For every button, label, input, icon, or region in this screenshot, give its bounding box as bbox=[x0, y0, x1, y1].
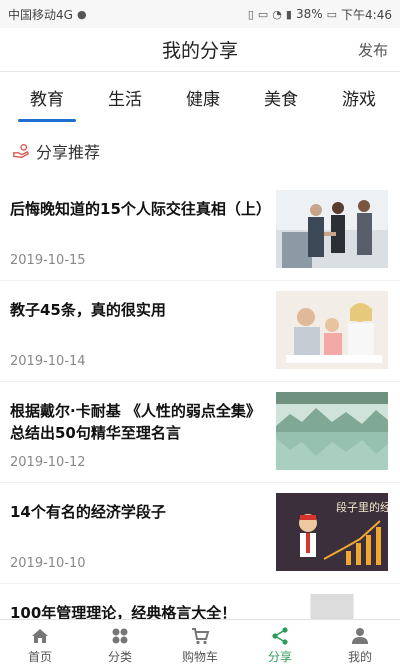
grid-icon bbox=[112, 628, 128, 644]
item-title: 后悔晚知道的15个人际交往真相（上） bbox=[10, 200, 271, 218]
item-date: 2019-10-15 bbox=[10, 253, 86, 268]
hd-icon: ▭ bbox=[257, 7, 269, 21]
battery-percent: 38% bbox=[295, 7, 323, 21]
item-title: 根据戴尔·卡耐基 《人性的弱点全集》总结出50句精华至理名言 bbox=[10, 402, 261, 442]
list-item-partial[interactable]: 100年管理理论，经典格言大全！ bbox=[0, 584, 400, 624]
item-text: 后悔晚知道的15个人际交往真相（上） 2019-10-15 bbox=[10, 190, 276, 270]
bottom-navigation: 首页 分类 购物车 分享 我的 bbox=[0, 619, 400, 671]
title-bar: 我的分享 发布 bbox=[0, 28, 400, 72]
cart-icon bbox=[192, 628, 210, 645]
signal-icon: ▮ bbox=[285, 7, 292, 21]
list-item[interactable]: 14个有名的经济学段子 2019-10-10 段子里的经济学 bbox=[0, 483, 400, 584]
tab-education[interactable]: 教育 bbox=[18, 75, 76, 122]
status-left: 中国移动4G ● bbox=[8, 6, 87, 23]
list-item[interactable]: 后悔晚知道的15个人际交往真相（上） 2019-10-15 bbox=[0, 180, 400, 281]
item-title: 教子45条，真的很实用 bbox=[10, 301, 166, 319]
nav-me[interactable]: 我的 bbox=[320, 620, 400, 671]
list-item[interactable]: 根据戴尔·卡耐基 《人性的弱点全集》总结出50句精华至理名言 2019-10-1… bbox=[0, 382, 400, 483]
item-text: 100年管理理论，经典格言大全！ bbox=[10, 594, 276, 622]
economics-cartoon-thumbnail: 段子里的经济学 bbox=[276, 493, 388, 571]
status-right: ▯ ▭ ◔ ▮ 38% ▭ 下午4:46 bbox=[248, 6, 392, 23]
item-text: 14个有名的经济学段子 2019-10-10 bbox=[10, 493, 276, 573]
share-icon bbox=[272, 627, 288, 645]
nav-share[interactable]: 分享 bbox=[240, 620, 320, 671]
nav-label: 首页 bbox=[27, 650, 52, 664]
home-icon bbox=[32, 629, 48, 643]
nav-category[interactable]: 分类 bbox=[80, 620, 160, 671]
user-icon bbox=[352, 628, 368, 644]
carrier-label: 中国移动4G bbox=[8, 7, 73, 22]
tab-life[interactable]: 生活 bbox=[108, 75, 142, 120]
share-list: 后悔晚知道的15个人际交往真相（上） 2019-10-15 教子45条，真的很实… bbox=[0, 180, 400, 624]
lake-landscape-thumbnail bbox=[276, 392, 388, 470]
item-date: 2019-10-10 bbox=[10, 556, 86, 571]
economics-caption: 段子里的经济学 bbox=[336, 500, 388, 514]
message-icon: ● bbox=[76, 7, 87, 21]
page-title: 我的分享 bbox=[161, 40, 238, 62]
category-tabs: 教育 生活 健康 美食 游戏 bbox=[0, 72, 400, 122]
nav-label: 分享 bbox=[267, 650, 292, 664]
item-date: 2019-10-12 bbox=[10, 455, 86, 470]
wifi-icon: ◔ bbox=[272, 7, 282, 21]
status-bar: 中国移动4G ● ▯ ▭ ◔ ▮ 38% ▭ 下午4:46 bbox=[0, 0, 400, 28]
section-header: 分享推荐 bbox=[0, 128, 400, 174]
publish-button[interactable]: 发布 bbox=[358, 39, 388, 60]
nav-label: 我的 bbox=[347, 650, 372, 664]
family-drawing-thumbnail bbox=[276, 291, 388, 369]
section-title: 分享推荐 bbox=[36, 143, 101, 162]
list-item[interactable]: 教子45条，真的很实用 2019-10-14 bbox=[0, 281, 400, 382]
tab-games[interactable]: 游戏 bbox=[342, 75, 376, 120]
battery-icon: ▭ bbox=[326, 7, 338, 21]
item-title: 14个有名的经济学段子 bbox=[10, 503, 166, 521]
business-meeting-thumbnail bbox=[276, 190, 388, 268]
share-hand-icon bbox=[13, 144, 30, 158]
clock: 下午4:46 bbox=[341, 7, 392, 22]
tab-food[interactable]: 美食 bbox=[264, 75, 298, 120]
item-text: 教子45条，真的很实用 2019-10-14 bbox=[10, 291, 276, 371]
nav-home[interactable]: 首页 bbox=[0, 620, 80, 671]
nav-cart[interactable]: 购物车 bbox=[160, 620, 240, 671]
item-date: 2019-10-14 bbox=[10, 354, 86, 369]
tab-health[interactable]: 健康 bbox=[186, 75, 220, 120]
nav-label: 购物车 bbox=[181, 650, 218, 664]
item-text: 根据戴尔·卡耐基 《人性的弱点全集》总结出50句精华至理名言 2019-10-1… bbox=[10, 392, 276, 472]
nav-label: 分类 bbox=[107, 650, 132, 664]
vibrate-icon: ▯ bbox=[247, 7, 254, 21]
